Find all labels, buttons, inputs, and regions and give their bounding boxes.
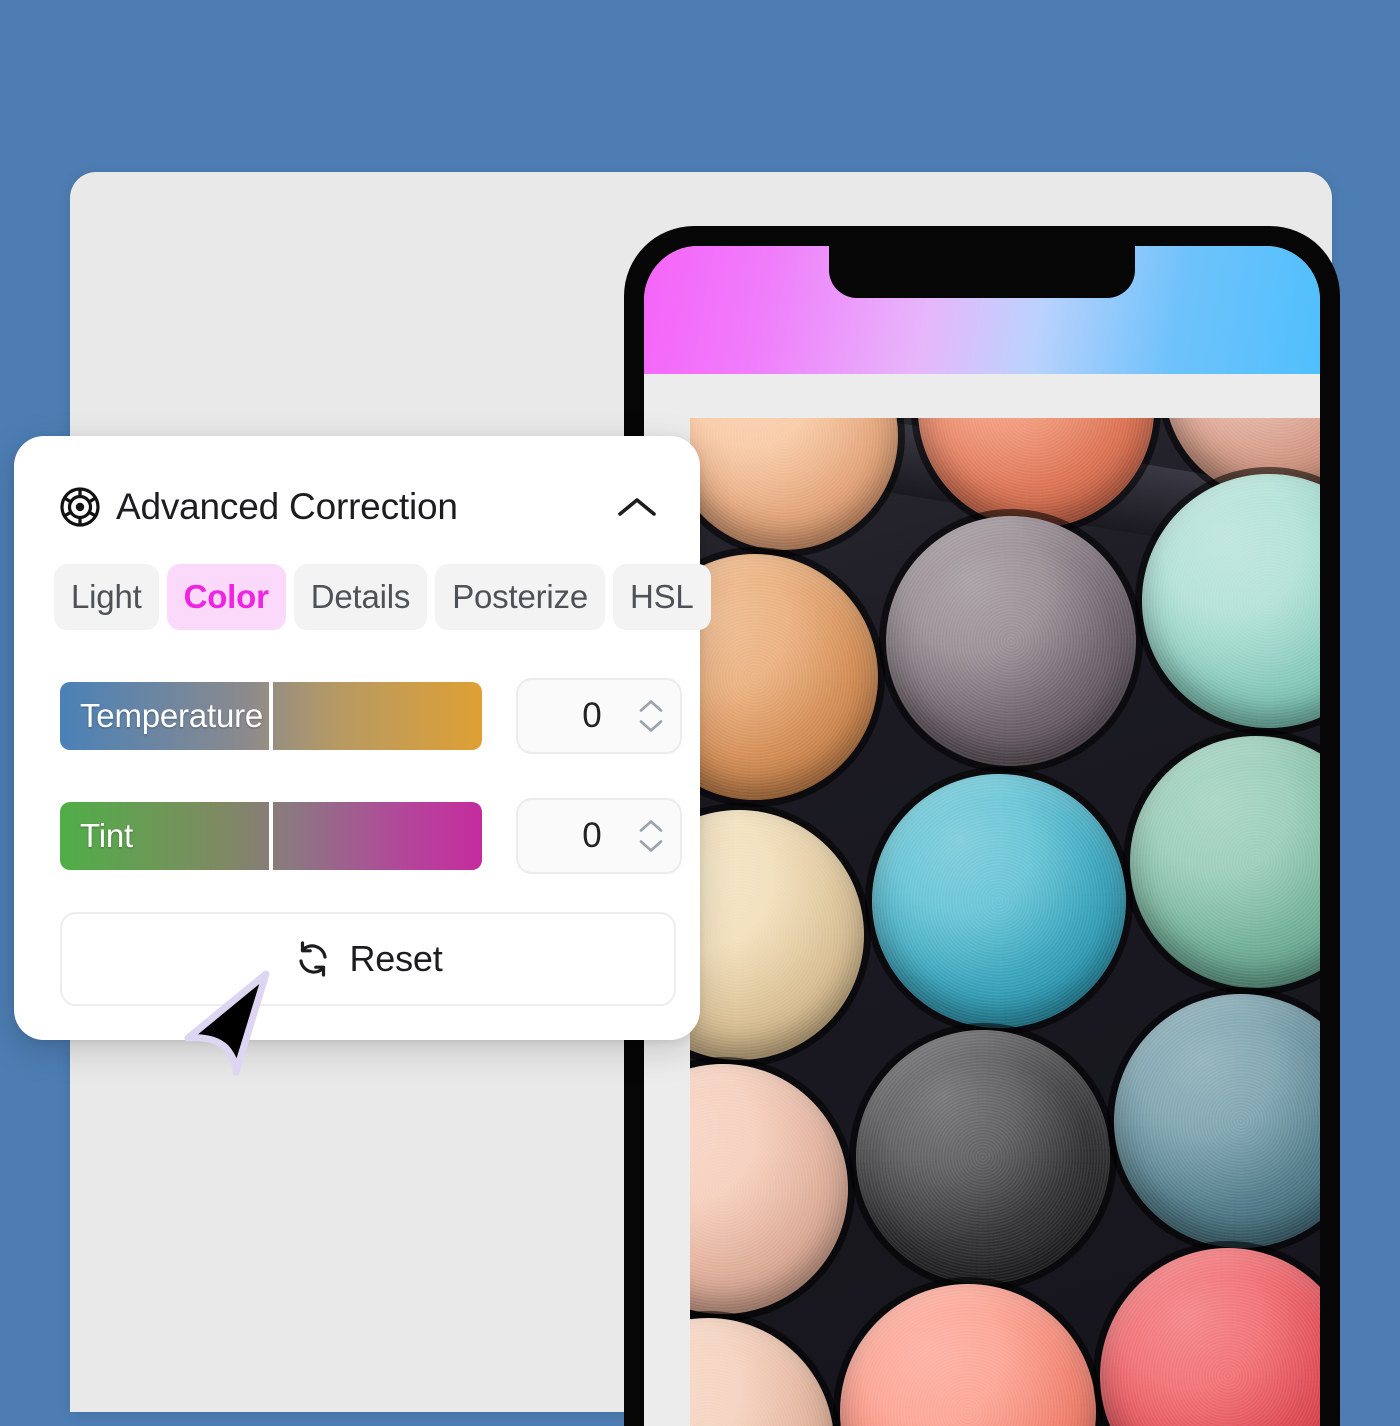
collapse-panel-button[interactable] [610,480,664,534]
chevron-up-icon[interactable] [638,699,664,714]
temperature-slider[interactable]: Temperature [60,682,482,750]
temperature-row: Temperature 0 [60,678,682,754]
reset-button[interactable]: Reset [60,912,676,1006]
phone-notch [829,246,1135,298]
reset-button-label: Reset [349,938,443,979]
eyeshadow-palette-photo [690,418,1320,1426]
tint-slider-label: Tint [80,817,133,854]
eyeshadow-pan [872,774,1126,1028]
temperature-slider-handle[interactable] [269,682,273,750]
page-title: Advanced Correction [116,486,458,527]
temperature-stepper[interactable]: 0 [516,678,682,754]
phone-screen [644,246,1320,1426]
tint-slider[interactable]: Tint [60,802,482,870]
tab-details-label: Details [310,578,411,615]
correction-tab-bar: Light Color Details Posterize HSL [54,564,711,630]
eyeshadow-pan [856,1030,1110,1284]
tab-posterize-label: Posterize [452,578,588,615]
refresh-icon [299,941,328,977]
tab-color-label: Color [183,578,269,615]
tab-hsl[interactable]: HSL [612,564,711,630]
tab-hsl-label: HSL [629,578,694,615]
phone-mockup [624,226,1340,1426]
temperature-stepper-arrows[interactable] [638,699,664,734]
tint-row: Tint 0 [60,798,682,874]
chevron-down-icon[interactable] [638,719,664,734]
tint-stepper[interactable]: 0 [516,798,682,874]
temperature-slider-label: Temperature [80,697,264,734]
tab-light[interactable]: Light [54,564,159,630]
chevron-down-icon[interactable] [638,839,664,854]
tint-slider-handle[interactable] [269,802,273,870]
eyeshadow-pan [886,516,1136,766]
tab-details[interactable]: Details [293,564,428,630]
panel-header: Advanced Correction [60,478,664,536]
aperture-icon [60,487,100,527]
tab-color[interactable]: Color [166,564,286,630]
advanced-correction-panel: Advanced Correction Light Color Details … [14,436,711,1040]
chevron-up-icon [618,498,656,516]
tab-light-label: Light [71,578,142,615]
tint-stepper-arrows[interactable] [638,819,664,854]
tab-posterize[interactable]: Posterize [435,564,605,630]
chevron-up-icon[interactable] [638,819,664,834]
